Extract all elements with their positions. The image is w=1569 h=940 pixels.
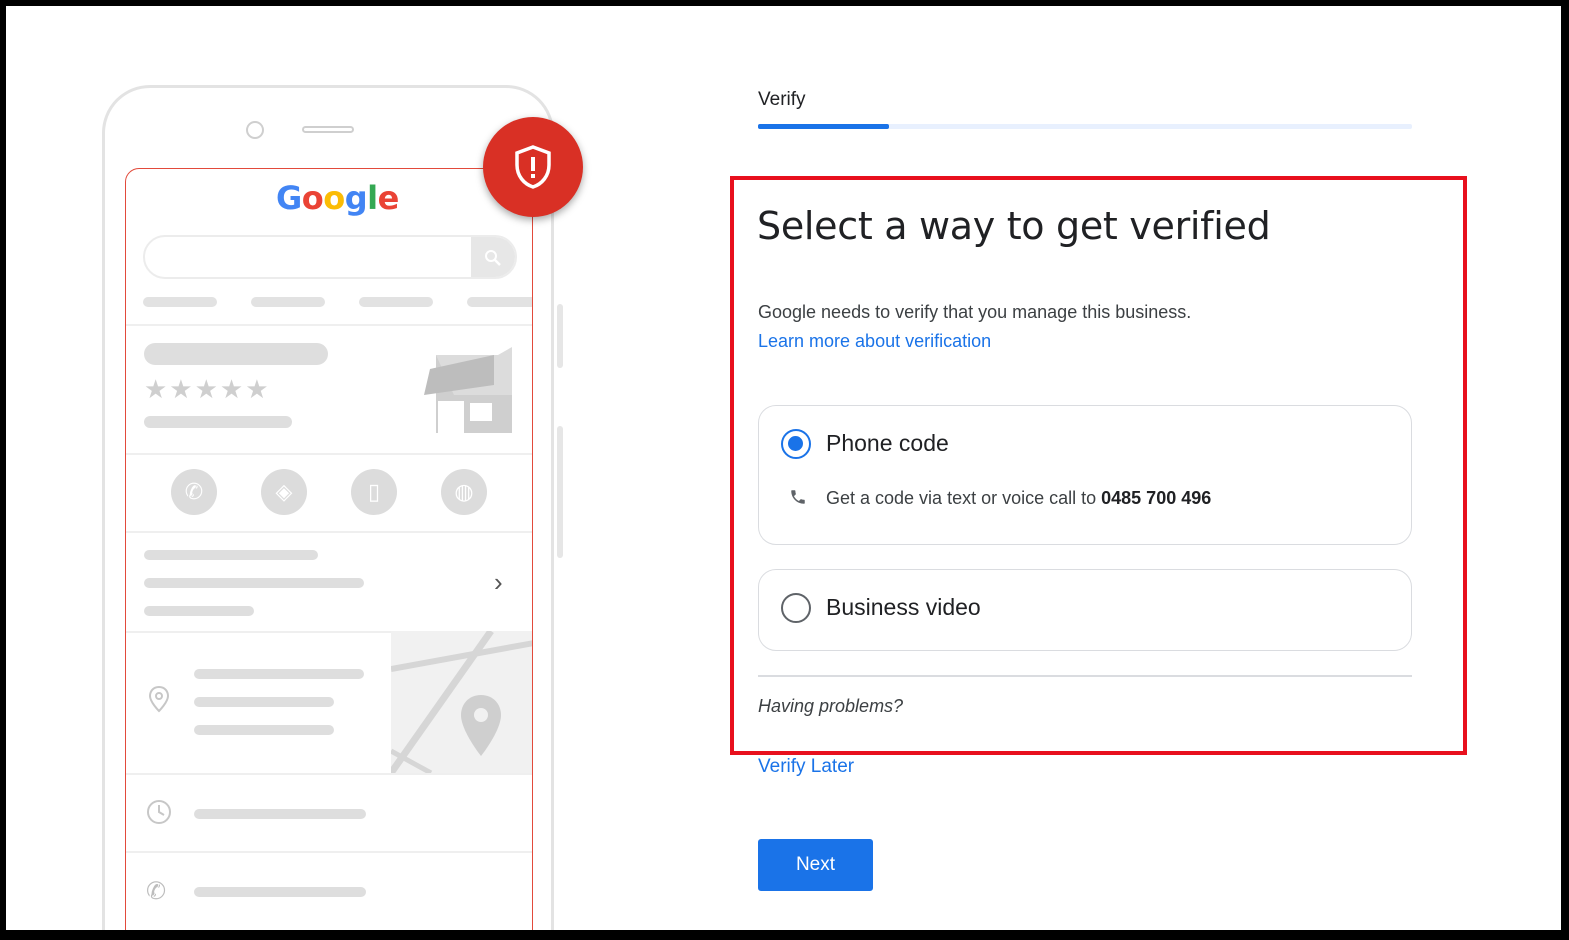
option-phone-code[interactable]: Phone code Get a code via text or voice … xyxy=(758,405,1412,545)
phone-camera xyxy=(246,121,264,139)
page: Google ★★★★★ ✆ ◈ ▯ ◍ › ✆ Verify Select a… xyxy=(6,6,1561,930)
option-label: Business video xyxy=(826,594,981,620)
globe-icon: ◍ xyxy=(441,469,487,515)
directions-icon: ◈ xyxy=(261,469,307,515)
mock-text-line xyxy=(144,578,364,588)
mock-text-line xyxy=(194,697,334,707)
mock-chip xyxy=(467,297,532,307)
phone-side-button xyxy=(557,304,563,368)
mock-business-name xyxy=(144,343,328,365)
phone-icon xyxy=(789,488,807,511)
mock-text-line xyxy=(144,550,318,560)
phone-side-button xyxy=(557,426,563,558)
mock-map xyxy=(391,631,532,773)
progress-bar xyxy=(758,124,889,129)
mock-search-bar xyxy=(143,235,517,279)
bookmark-icon: ▯ xyxy=(351,469,397,515)
rating-stars-icon: ★★★★★ xyxy=(144,374,271,404)
mock-divider xyxy=(126,851,532,853)
mock-text-line xyxy=(194,809,366,819)
location-pin-icon xyxy=(148,685,170,720)
option-business-video[interactable]: Business video xyxy=(758,569,1412,651)
divider xyxy=(758,675,1412,677)
page-title: Select a way to get verified xyxy=(757,204,1271,248)
having-problems-link[interactable]: Having problems? xyxy=(758,696,903,717)
mock-divider xyxy=(126,531,532,533)
google-logo: Google xyxy=(276,179,399,217)
phone-speaker xyxy=(302,126,354,133)
security-shield-badge xyxy=(483,117,583,217)
shield-alert-icon xyxy=(515,145,551,189)
phone-icon: ✆ xyxy=(146,878,167,905)
mock-divider xyxy=(126,324,532,326)
radio-business-video[interactable] xyxy=(781,593,811,623)
clock-icon xyxy=(146,799,172,832)
next-button[interactable]: Next xyxy=(758,839,873,891)
mock-text-line xyxy=(144,416,292,428)
mock-chip xyxy=(143,297,217,307)
mock-text-line xyxy=(144,606,254,616)
step-label: Verify xyxy=(758,89,806,110)
phone-call-icon: ✆ xyxy=(171,469,217,515)
radio-phone-code[interactable] xyxy=(781,429,811,459)
option-label: Phone code xyxy=(826,430,949,456)
mock-divider xyxy=(126,773,532,775)
mock-chip xyxy=(359,297,433,307)
mock-chip xyxy=(251,297,325,307)
mock-divider xyxy=(126,453,532,455)
storefront-icon xyxy=(424,347,512,433)
chevron-right-icon: › xyxy=(494,567,503,597)
mock-text-line xyxy=(194,887,366,897)
phone-number: 0485 700 496 xyxy=(1101,488,1212,508)
learn-more-link[interactable]: Learn more about verification xyxy=(758,331,991,352)
description-text: Google needs to verify that you manage t… xyxy=(758,302,1192,322)
verify-later-link[interactable]: Verify Later xyxy=(758,756,854,778)
mock-text-line xyxy=(194,669,364,679)
phone-screen: Google ★★★★★ ✆ ◈ ▯ ◍ › ✆ xyxy=(125,168,533,930)
mock-text-line xyxy=(194,725,334,735)
option-description: Get a code via text or voice call to 048… xyxy=(826,488,1212,508)
search-icon xyxy=(471,237,515,277)
